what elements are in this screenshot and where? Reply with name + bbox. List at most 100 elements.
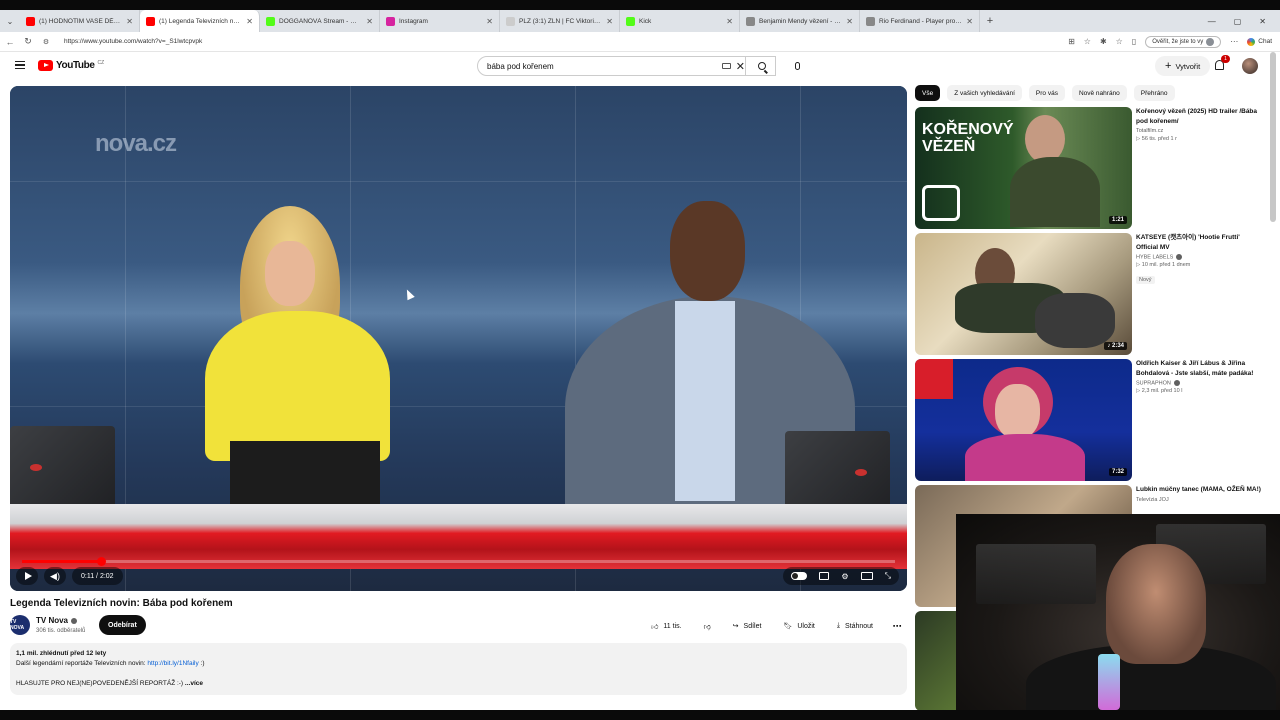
video-player[interactable]: nova.cz ◀) 0:11 / 2:02 ⚙ ⤡ [10,86,907,591]
recommendation-item[interactable]: ♪ 2:34 KATSEYE (캣츠아이) 'Hootie Frutti' Of… [915,233,1265,355]
recommendation-channel[interactable]: Totalfilm.cz [1136,128,1261,134]
download-button[interactable]: ⤓ Stáhnout [829,616,881,636]
settings-gear-icon[interactable]: ⚙ [841,572,848,581]
recommendation-thumbnail[interactable]: ♪ 2:34 [915,233,1132,355]
tab-close-icon[interactable]: ✕ [726,17,733,26]
recommendation-channel[interactable]: Televízia JOJ [1136,497,1261,503]
url-field[interactable]: https://www.youtube.com/watch?v=_S1lwtcp… [64,38,1068,45]
filter-chip[interactable]: Přehráno [1133,85,1175,101]
filter-chip[interactable]: Nově nahráno [1071,85,1127,101]
youtube-logo[interactable]: YouTube CZ [38,60,104,71]
bookmark-star-icon[interactable]: ☆ [1084,37,1091,46]
tab-title: Benjamin Mendy vězení - Hledat [759,17,842,25]
menu-icon[interactable] [15,61,25,69]
search-input[interactable]: bába pod kořenem ✕ [477,56,776,76]
volume-button[interactable]: ◀) [44,567,66,585]
plus-icon: + [1165,60,1172,72]
anchor-woman [195,206,405,516]
share-icon: ↪ [732,623,739,630]
channel-name-link[interactable]: TV Nova [36,616,78,625]
clear-search-icon[interactable]: ✕ [736,60,745,73]
player-controls-right: ⚙ ⤡ [783,567,899,585]
reload-icon[interactable]: ↻ [20,36,36,47]
tab-search-icon[interactable]: ⌄ [0,17,20,26]
search-button[interactable] [745,56,777,76]
browser-tab[interactable]: Benjamin Mendy vězení - Hledat ✕ [740,10,860,32]
tab-close-icon[interactable]: ✕ [126,17,133,26]
share-button[interactable]: ↪ Sdílet [725,616,770,636]
extensions-icon[interactable]: ✱ [1100,37,1107,46]
subtitles-icon[interactable] [819,572,830,580]
description-box[interactable]: 1,1 mil. zhlédnutí před 12 lety Další le… [10,643,907,695]
save-button[interactable]: 🔖︎ Uložit [775,616,822,636]
menu-dots-icon[interactable]: ⋯ [1230,37,1238,46]
verify-identity-button[interactable]: Ověřit, že jste to vy [1145,35,1222,48]
filter-chip[interactable]: Vše [915,85,941,101]
fullscreen-icon[interactable]: ⤡ [885,571,891,581]
theater-mode-icon[interactable] [860,572,873,580]
tab-close-icon[interactable]: ✕ [366,17,373,26]
chat-button[interactable]: Chat [1247,37,1272,46]
new-badge: Nový [1136,276,1155,285]
create-button[interactable]: + Vytvořit [1155,56,1211,76]
nova-watermark: nova.cz [95,130,177,157]
filter-chip[interactable]: Z vašich vyhledávání [947,85,1022,101]
minimize-icon[interactable]: — [1208,17,1216,26]
progress-scrubber[interactable] [96,557,106,566]
recommendation-channel[interactable]: SUPRAPHON [1136,380,1261,386]
play-button[interactable] [16,567,38,585]
voice-search-button[interactable] [787,56,807,76]
browser-tab[interactable]: Instagram ✕ [380,10,500,32]
address-bar: ← ↻ ⚙ https://www.youtube.com/watch?v=_S… [0,32,1280,52]
browser-tab[interactable]: (1) Legenda Televizních novin ✕ [140,10,260,32]
tab-close-icon[interactable]: ✕ [486,17,493,26]
account-avatar[interactable] [1242,58,1258,74]
subscribe-button[interactable]: Odebírat [99,615,146,635]
recommendation-item[interactable]: 7:32 Oldřich Kaiser & Jiří Lábus & Jiřin… [915,359,1265,481]
progress-bar[interactable] [22,557,895,566]
browser-tab[interactable]: Rio Ferdinand - Player profile | Tra✕ [860,10,980,32]
recommendation-title[interactable]: Kořenový vězeň (2025) HD trailer /Bába p… [1136,107,1261,126]
show-more-link[interactable]: ...více [185,680,203,687]
dislike-button[interactable]: 👎︎ [696,616,719,636]
recommendation-title[interactable]: Lubkin múčny tanec (MAMA, OŽEŇ MA!) [1136,485,1261,495]
tab-favicon-icon [386,16,395,26]
close-window-icon[interactable]: ✕ [1259,17,1266,26]
autoplay-toggle[interactable] [791,572,808,580]
tab-title: (1) Legenda Televizních novin [159,17,243,25]
description-link[interactable]: http://bit.ly/1Nfaily [147,660,198,667]
channel-avatar[interactable]: TV NOVA [10,615,30,635]
recommendation-item[interactable]: KOŘENOVÝ VĚZEŇ 1:21 Kořenový vězeň (2025… [915,107,1265,229]
like-button[interactable]: 👍︎ 11 tis. [643,616,689,636]
like-count: 11 tis. [663,622,682,630]
browser-tab[interactable]: (1) HODNOTÍM VAŠE DĚSIVÉ PŘÍB ✕ [20,10,140,32]
maximize-icon[interactable]: ▢ [1234,17,1242,26]
tab-close-icon[interactable]: ✕ [246,17,253,26]
browser-tab[interactable]: PLZ (3:1) ZLN | FC Viktoria Plzeň ✕ [500,10,620,32]
masthead: YouTube CZ bába pod kořenem ✕ + Vytvořit … [0,52,1280,80]
filter-chip[interactable]: Pro vás [1028,85,1065,101]
browser-tab[interactable]: DOGGANOVÁ Stream - Watch Liv ✕ [260,10,380,32]
verified-badge-icon [1176,254,1183,260]
keyboard-icon[interactable] [722,63,731,69]
recommendation-title[interactable]: KATSEYE (캣츠아이) 'Hootie Frutti' Official … [1136,233,1261,252]
share-label: Sdílet [743,622,762,630]
tab-close-icon[interactable]: ✕ [846,17,853,26]
site-info-icon[interactable]: ⚙ [38,38,54,46]
recommendation-thumbnail[interactable]: KOŘENOVÝ VĚZEŇ 1:21 [915,107,1132,229]
more-actions-icon[interactable]: ⋯ [887,616,907,636]
time-current: 0:11 [81,572,95,580]
browser-tab[interactable]: Kick ✕ [620,10,740,32]
install-app-icon[interactable]: ⊞ [1068,37,1075,46]
recommendation-channel[interactable]: HYBE LABELS [1136,254,1261,260]
tab-close-icon[interactable]: ✕ [966,17,973,26]
back-icon[interactable]: ← [2,37,18,47]
recommendation-thumbnail[interactable]: 7:32 [915,359,1132,481]
tab-close-icon[interactable]: ✕ [606,17,613,26]
time-total: 2:02 [99,572,114,580]
split-screen-icon[interactable]: ▯ [1132,37,1136,46]
favorites-icon[interactable]: ☆ [1116,37,1123,46]
recommendation-title[interactable]: Oldřich Kaiser & Jiří Lábus & Jiřina Boh… [1136,359,1261,378]
new-tab-button[interactable]: + [980,15,1000,27]
page-scrollbar[interactable] [1270,52,1276,222]
